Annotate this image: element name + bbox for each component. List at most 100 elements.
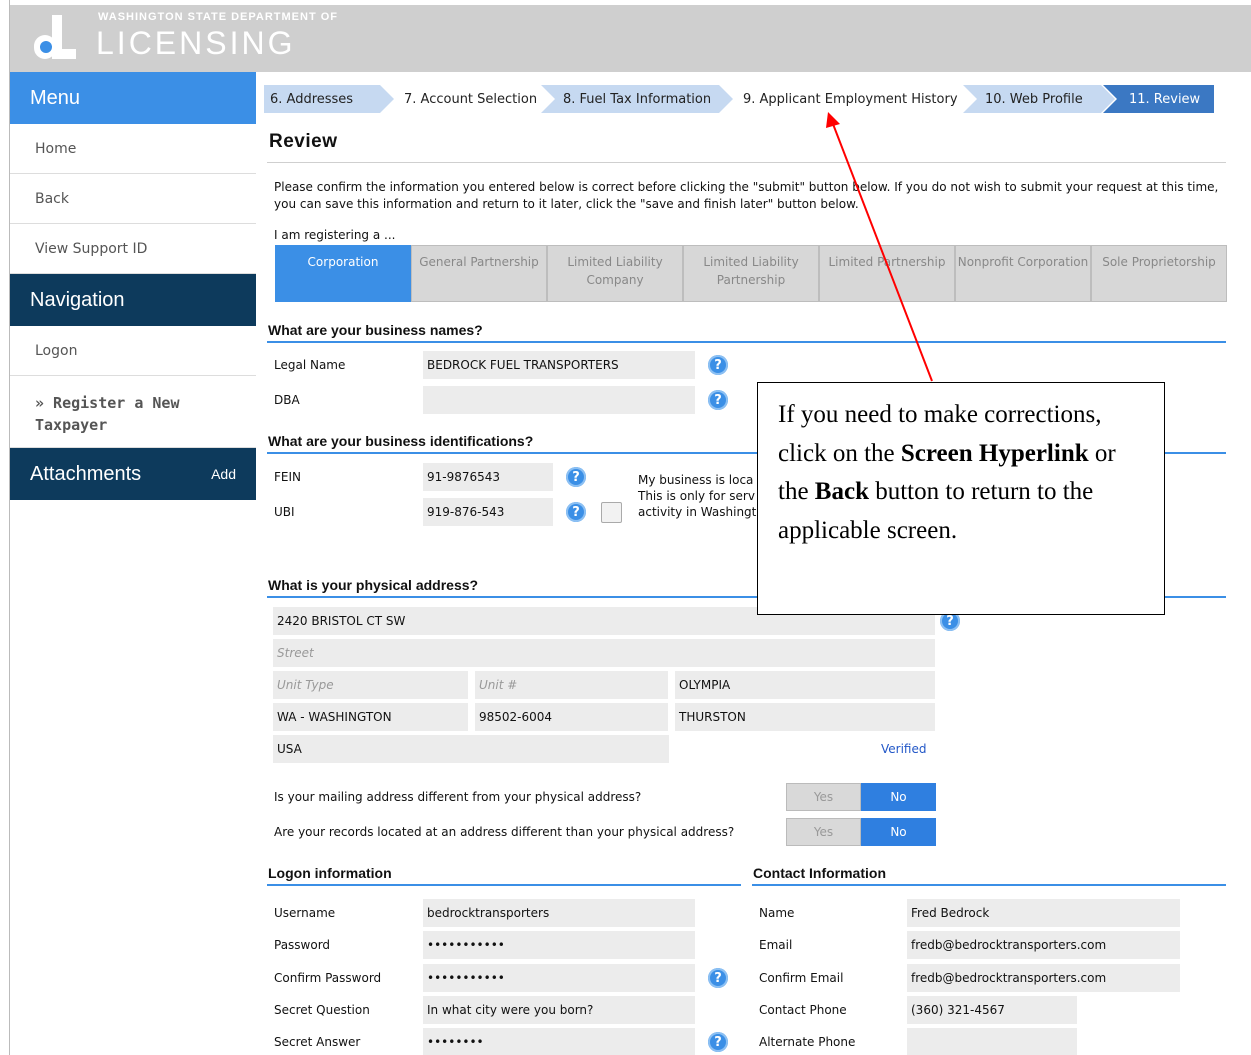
dba-field[interactable]	[423, 386, 695, 414]
step-web-profile[interactable]: 10. Web Profile	[963, 85, 1115, 113]
country-field[interactable]: USA	[273, 735, 669, 763]
sidebar-item-view-support-id[interactable]: View Support ID	[10, 224, 256, 274]
menu-heading: Menu	[10, 72, 256, 124]
attachments-title: Attachments	[30, 462, 142, 485]
identifications-heading: What are your business identifications?	[268, 433, 534, 449]
logon-heading: Logon information	[268, 865, 392, 881]
alternate-phone-label: Alternate Phone	[759, 1035, 856, 1049]
ubi-help-icon[interactable]: ?	[566, 502, 586, 522]
password-label: Password	[274, 938, 331, 952]
legal-name-help-icon[interactable]: ?	[708, 355, 728, 375]
confirm-email-field[interactable]: fredb@bedrocktransporters.com	[907, 964, 1180, 992]
callout-bold-back: Back	[814, 478, 869, 505]
confirm-email-label: Confirm Email	[759, 971, 844, 985]
email-label: Email	[759, 938, 793, 952]
mailing-no-button[interactable]: No	[861, 783, 936, 811]
street-field[interactable]: Street	[273, 639, 935, 667]
registering-label: I am registering a ...	[274, 228, 396, 242]
sidebar-item-register-new-taxpayer[interactable]: » Register a New Taxpayer	[10, 376, 256, 448]
mailing-question: Is your mailing address different from y…	[274, 790, 642, 804]
site-header: WASHINGTON STATE DEPARTMENT OF LICENSING	[10, 5, 1251, 72]
county-field[interactable]: THURSTON	[675, 703, 935, 731]
contact-phone-field[interactable]: (360) 321-4567	[907, 996, 1077, 1024]
step-addresses[interactable]: 6. Addresses	[264, 85, 394, 113]
records-toggle: Yes No	[786, 818, 936, 846]
contact-heading: Contact Information	[753, 865, 886, 881]
step-review[interactable]: 11. Review	[1103, 85, 1214, 113]
secret-answer-field[interactable]: ••••••••	[423, 1028, 695, 1055]
mailing-toggle: Yes No	[786, 783, 936, 811]
entity-tab-sole-proprietorship[interactable]: Sole Proprietorship	[1091, 245, 1227, 302]
physical-address-heading: What is your physical address?	[268, 577, 479, 593]
entity-tab-llc[interactable]: Limited Liability Company	[547, 245, 683, 302]
confirm-password-label: Confirm Password	[274, 971, 382, 985]
step-fuel-tax-information[interactable]: 8. Fuel Tax Information	[541, 85, 733, 113]
entity-type-selector: Corporation General Partnership Limited …	[275, 245, 1227, 302]
unit-number-field[interactable]: Unit #	[475, 671, 668, 699]
confirm-password-help-icon[interactable]: ?	[708, 968, 728, 988]
ubi-field[interactable]: 919-876-543	[423, 498, 553, 526]
ubi-label: UBI	[274, 505, 295, 519]
checkbox-text-line-1: My business is loca	[638, 473, 754, 487]
city-field[interactable]: OLYMPIA	[675, 671, 935, 699]
located-outside-checkbox[interactable]	[601, 502, 622, 523]
legal-name-label: Legal Name	[274, 358, 346, 372]
state-field[interactable]: WA - WASHINGTON	[273, 703, 468, 731]
entity-tab-corporation[interactable]: Corporation	[275, 245, 411, 302]
business-names-rule	[267, 341, 1226, 343]
mailing-yes-button[interactable]: Yes	[786, 783, 861, 811]
attachments-heading: Attachments Add	[10, 448, 256, 500]
entity-tab-limited-partnership[interactable]: Limited Partnership	[819, 245, 955, 302]
email-field[interactable]: fredb@bedrocktransporters.com	[907, 931, 1180, 959]
entity-tab-nonprofit-corporation[interactable]: Nonprofit Corporation	[955, 245, 1091, 302]
logo-licensing-text: LICENSING	[96, 25, 296, 61]
sidebar: Menu Home Back View Support ID Navigatio…	[10, 72, 256, 500]
contact-name-field[interactable]: Fred Bedrock	[907, 899, 1180, 927]
entity-tab-llp[interactable]: Limited Liability Partnership	[683, 245, 819, 302]
checkbox-text-line-2: This is only for serv	[638, 489, 755, 503]
business-names-heading: What are your business names?	[268, 322, 483, 338]
legal-name-field[interactable]: BEDROCK FUEL TRANSPORTERS	[423, 351, 695, 379]
entity-tab-general-partnership[interactable]: General Partnership	[411, 245, 547, 302]
fein-help-icon[interactable]: ?	[566, 467, 586, 487]
wizard-steps: 6. Addresses 7. Account Selection 8. Fue…	[264, 85, 1226, 113]
zip-field[interactable]: 98502-6004	[475, 703, 668, 731]
fein-label: FEIN	[274, 470, 301, 484]
dba-label: DBA	[274, 393, 300, 407]
instruction-callout: If you need to make corrections, click o…	[757, 382, 1165, 615]
confirm-password-field[interactable]: •••••••••••	[423, 964, 695, 992]
contact-rule	[752, 884, 1226, 886]
secret-question-field[interactable]: In what city were you born?	[423, 996, 695, 1024]
app-window: WASHINGTON STATE DEPARTMENT OF LICENSING…	[0, 0, 1251, 1055]
checkbox-text-line-3: activity in Washingt	[638, 505, 757, 519]
callout-bold-screen-hyperlink: Screen Hyperlink	[900, 439, 1089, 467]
secret-question-label: Secret Question	[274, 1003, 370, 1017]
records-question: Are your records located at an address d…	[274, 825, 735, 839]
attachments-add-link[interactable]: Add	[211, 466, 236, 482]
sidebar-item-logon[interactable]: Logon	[10, 326, 256, 376]
unit-type-field[interactable]: Unit Type	[273, 671, 468, 699]
logon-rule	[267, 884, 741, 886]
contact-name-label: Name	[759, 906, 795, 920]
title-divider	[267, 162, 1226, 163]
fein-field[interactable]: 91-9876543	[423, 463, 553, 491]
step-applicant-employment-history[interactable]: 9. Applicant Employment History	[721, 85, 975, 113]
sidebar-item-back[interactable]: Back	[10, 174, 256, 224]
username-field[interactable]: bedrocktransporters	[423, 899, 695, 927]
alternate-phone-field[interactable]	[907, 1028, 1077, 1055]
intro-text: Please confirm the information you enter…	[274, 180, 1219, 211]
records-yes-button[interactable]: Yes	[786, 818, 861, 846]
secret-answer-label: Secret Answer	[274, 1035, 361, 1049]
records-no-button[interactable]: No	[861, 818, 936, 846]
dba-help-icon[interactable]: ?	[708, 390, 728, 410]
contact-phone-label: Contact Phone	[759, 1003, 847, 1017]
left-border	[0, 0, 10, 1055]
username-label: Username	[274, 906, 336, 920]
sidebar-item-home[interactable]: Home	[10, 124, 256, 174]
dol-logo-icon	[34, 15, 76, 59]
step-account-selection[interactable]: 7. Account Selection	[382, 85, 553, 113]
verified-status: Verified	[881, 742, 927, 756]
logo-department-text: WASHINGTON STATE DEPARTMENT OF	[98, 11, 339, 23]
password-field[interactable]: •••••••••••	[423, 931, 695, 959]
secret-answer-help-icon[interactable]: ?	[708, 1032, 728, 1052]
